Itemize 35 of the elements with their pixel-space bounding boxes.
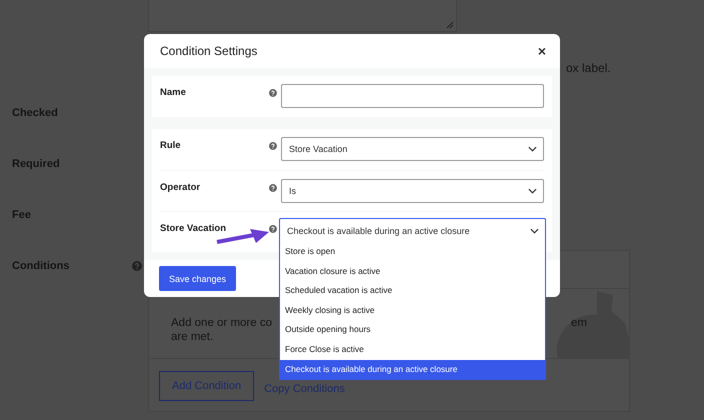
- help-icon: [269, 142, 278, 150]
- close-button[interactable]: ×: [534, 43, 550, 59]
- dropdown-option[interactable]: Force Close is active: [280, 340, 545, 360]
- field-label: Conditions: [12, 260, 70, 272]
- select-field[interactable]: Store Vacation: [281, 137, 544, 161]
- field-label: Fee: [12, 209, 31, 221]
- help-icon: [269, 184, 278, 192]
- chevron-down-icon: [528, 188, 538, 194]
- dropdown-option[interactable]: Store is open: [280, 242, 545, 262]
- help-icon: [269, 89, 278, 97]
- dropdown-option[interactable]: Weekly closing is active: [280, 300, 545, 320]
- dropdown-option[interactable]: Checkout is available during an active closure: [280, 360, 545, 380]
- description-text: ox label.: [566, 61, 611, 75]
- name-field[interactable]: [281, 84, 544, 108]
- chevron-down-icon: [528, 146, 538, 152]
- dialog-title: Condition Settings: [160, 44, 258, 58]
- field-label: Store Vacation: [160, 222, 227, 234]
- conditions-text: are met.: [171, 330, 214, 344]
- resize-grip-icon[interactable]: [446, 21, 454, 29]
- field-label: Operator: [160, 181, 202, 193]
- chevron-down-icon: [530, 228, 539, 234]
- select-field[interactable]: Is: [281, 179, 544, 203]
- dropdown-option[interactable]: Outside opening hours: [280, 320, 545, 340]
- dropdown-option[interactable]: Scheduled vacation is active: [280, 281, 545, 301]
- text-area[interactable]: [148, 0, 457, 32]
- field-label: Required: [12, 158, 60, 170]
- conditions-text: em: [571, 316, 587, 330]
- field-label: Rule: [160, 139, 182, 151]
- select-field[interactable]: Checkout is available during an active closure: [280, 219, 545, 242]
- help-icon: [269, 225, 278, 233]
- dropdown-option[interactable]: Vacation closure is active: [280, 262, 545, 282]
- field-label: Name: [160, 86, 187, 98]
- field-label: Checked: [12, 107, 58, 119]
- conditions-text: Add one or more co: [171, 316, 272, 330]
- save-changes-button[interactable]: Save changes: [159, 266, 236, 291]
